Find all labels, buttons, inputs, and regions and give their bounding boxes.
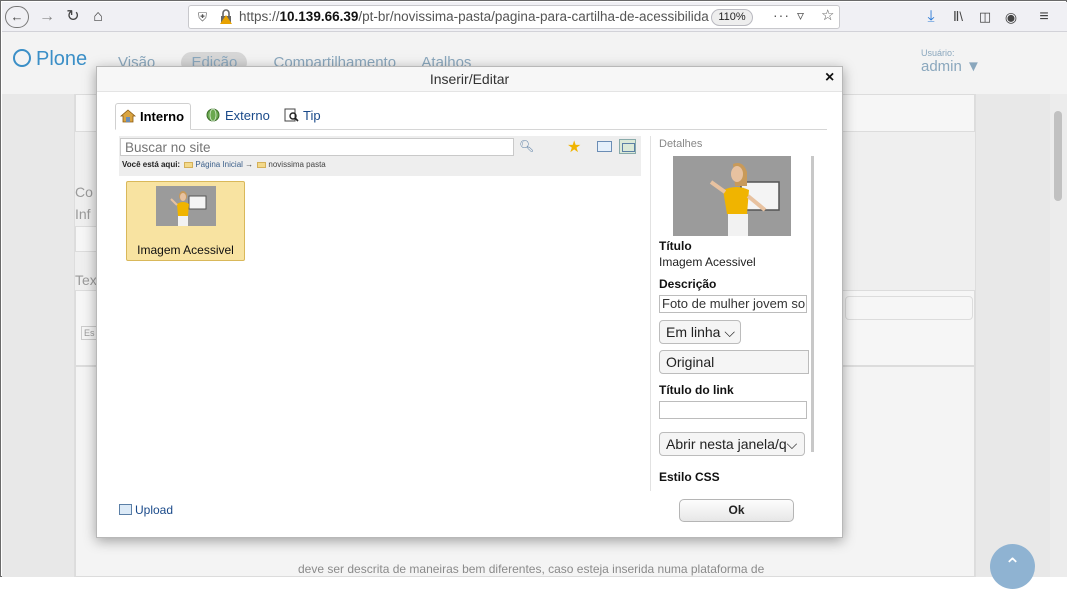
- panel-divider: [650, 136, 651, 491]
- woman-laptop-photo: [673, 156, 791, 236]
- user-menu[interactable]: admin ▼: [921, 58, 981, 75]
- lock-warning-icon: [220, 9, 232, 24]
- link-title-label: Título do link: [659, 383, 734, 397]
- css-style-label: Estilo CSS: [659, 470, 720, 484]
- dialog-title: Inserir/Editar: [429, 71, 510, 87]
- ghost-label-2: Inf: [75, 206, 91, 222]
- tab-tip-preview[interactable]: Tip Preview: [279, 103, 369, 149]
- chevron-down-icon: ⌵: [724, 324, 735, 340]
- details-panel: Detalhes Título Imagem Acessivel Descriç…: [659, 136, 815, 489]
- upload-link[interactable]: Upload: [119, 503, 173, 517]
- browser-window: ← → ↻ ⌂ ⛨ https://10.139.66.39/pt-br/nov…: [0, 0, 1067, 589]
- shield-icon: ⛨: [198, 10, 208, 24]
- close-icon[interactable]: ×: [825, 69, 834, 87]
- breadcrumb-home[interactable]: Página Inicial: [195, 160, 243, 169]
- chevron-down-icon: ⌵: [786, 436, 798, 452]
- size-select[interactable]: Original: [659, 350, 809, 374]
- dialog-header: Inserir/Editar ×: [97, 67, 842, 92]
- source-tabs: Interno Externo Tip Preview: [115, 103, 827, 149]
- image-item-label: Imagem Acessivel: [137, 243, 234, 257]
- ghost-label-1: Co: [75, 184, 93, 200]
- details-scrollbar[interactable]: [811, 156, 814, 452]
- download-icon[interactable]: ⤓: [922, 6, 940, 28]
- search-icon[interactable]: 🔍︎: [519, 139, 534, 153]
- tab-externo[interactable]: Externo: [201, 103, 275, 130]
- home-icon[interactable]: ⌂: [88, 6, 108, 28]
- back-arrow-icon[interactable]: ←: [5, 6, 29, 28]
- thumbnail-view-icon[interactable]: [619, 139, 636, 154]
- folder-icon: [257, 162, 267, 168]
- reload-icon[interactable]: ↻: [64, 6, 82, 28]
- description-label: Descrição: [659, 277, 717, 291]
- menu-icon[interactable]: ≡: [1034, 6, 1054, 28]
- bookmark-star-icon[interactable]: ☆: [821, 6, 834, 24]
- image-item[interactable]: Imagem Acessivel: [126, 181, 245, 261]
- list-view-icon[interactable]: [597, 141, 612, 152]
- details-preview-image: [673, 156, 791, 236]
- upload-icon: [119, 504, 132, 515]
- browser-toolbar: ← → ↻ ⌂ ⛨ https://10.139.66.39/pt-br/nov…: [2, 2, 1067, 32]
- breadcrumb-prefix: Você está aqui:: [122, 160, 181, 169]
- align-select[interactable]: Em linha ⌵: [659, 320, 741, 344]
- home-icon: [120, 109, 136, 123]
- folder-icon: [184, 162, 194, 168]
- pocket-icon[interactable]: ▿: [797, 7, 804, 24]
- search-input[interactable]: [120, 138, 514, 156]
- title-value: Imagem Acessivel: [659, 255, 756, 269]
- breadcrumb: Você está aqui: Página Inicial → novissi…: [122, 160, 326, 169]
- format-select[interactable]: [845, 296, 973, 320]
- image-thumbnail: [156, 186, 216, 226]
- plone-logo[interactable]: Plone: [13, 48, 87, 71]
- scroll-top-button[interactable]: ⌃: [990, 544, 1035, 589]
- page-scrollbar[interactable]: [1050, 94, 1067, 577]
- zoom-badge[interactable]: 110%: [711, 9, 753, 26]
- woman-laptop-photo: [156, 186, 216, 226]
- link-title-field[interactable]: [659, 401, 807, 419]
- library-icon[interactable]: Ⅱ\: [948, 6, 968, 28]
- more-actions-icon[interactable]: ···: [773, 7, 790, 23]
- forward-arrow-icon[interactable]: →: [38, 6, 56, 28]
- ok-button[interactable]: Ok: [679, 499, 794, 522]
- preview-icon: [284, 108, 299, 122]
- description-field[interactable]: Foto de mulher jovem so: [659, 295, 807, 313]
- tab-interno[interactable]: Interno: [115, 103, 191, 130]
- breadcrumb-arrow: →: [245, 160, 254, 169]
- globe-icon: [206, 108, 220, 122]
- breadcrumb-current: novissima pasta: [268, 160, 326, 169]
- scrollbar-thumb[interactable]: [1054, 111, 1062, 201]
- body-text-excerpt: deve ser descrita de maneiras bem difere…: [298, 562, 765, 576]
- user-label: Usuário:: [921, 48, 955, 58]
- search-bar: 🔍︎ ★ Você está aqui: Página Inicial → no…: [119, 136, 641, 176]
- details-heading: Detalhes: [659, 138, 703, 150]
- target-select[interactable]: Abrir nesta janela/q⌵: [659, 432, 805, 456]
- ghost-label-3: Tex: [75, 272, 97, 288]
- account-icon[interactable]: ◉: [1002, 6, 1020, 28]
- url-text: https://10.139.66.39/pt-br/novissima-pas…: [239, 9, 709, 24]
- title-label: Título: [659, 239, 692, 253]
- insert-edit-dialog: Inserir/Editar × Interno Externo Tip Pre…: [96, 66, 843, 538]
- plone-logo-icon: [13, 49, 31, 67]
- favorites-star-icon[interactable]: ★: [567, 137, 581, 157]
- address-bar[interactable]: ⛨ https://10.139.66.39/pt-br/novissima-p…: [188, 5, 840, 29]
- sidebar-icon[interactable]: ◫: [976, 6, 994, 28]
